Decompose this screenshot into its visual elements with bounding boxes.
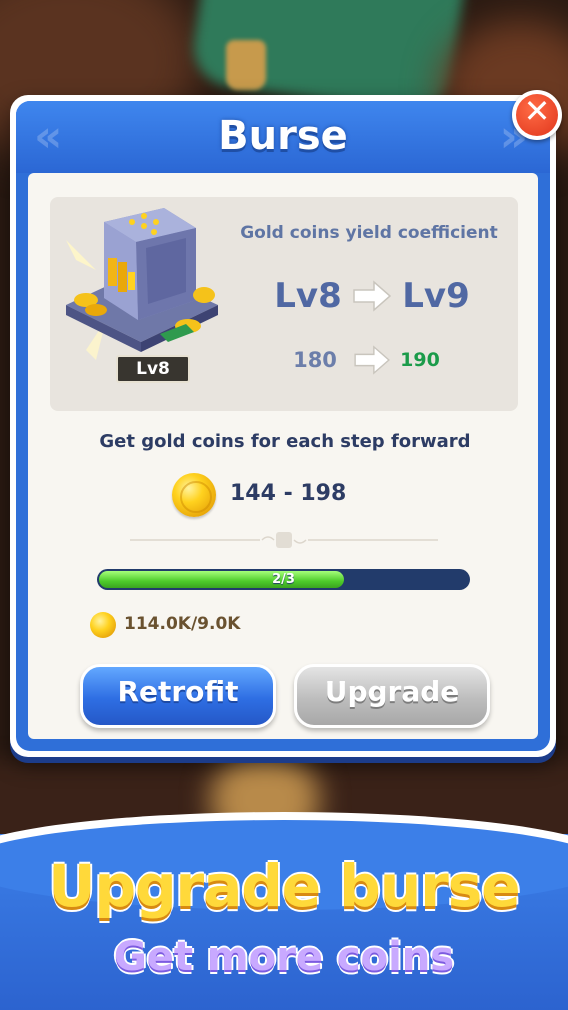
retrofit-button[interactable]: Retrofit bbox=[80, 664, 276, 728]
progress-text: 2/3 bbox=[272, 572, 295, 587]
current-level: Lv8 bbox=[274, 276, 342, 316]
dialog-header: « » Burse bbox=[16, 101, 550, 173]
coin-icon bbox=[90, 612, 116, 638]
next-level: Lv9 bbox=[402, 276, 470, 316]
arrow-right-icon bbox=[354, 345, 390, 375]
coefficient-label: Gold coins yield coefficient bbox=[240, 223, 498, 243]
coin-icon bbox=[172, 473, 216, 517]
burse-dialog: « » Burse bbox=[10, 95, 556, 757]
upgrade-progress-bar: 2/3 bbox=[97, 569, 470, 590]
upgrade-button[interactable]: Upgrade bbox=[294, 664, 490, 728]
reward-range: 144 - 198 bbox=[230, 481, 347, 506]
level-badge: Lv8 bbox=[116, 355, 190, 383]
reward-label: Get gold coins for each step forward bbox=[99, 431, 471, 452]
current-coefficient: 180 bbox=[293, 348, 337, 372]
banner-title: Upgrade burse bbox=[48, 852, 520, 920]
next-coefficient: 190 bbox=[400, 349, 440, 371]
banner-subtitle: Get more coins bbox=[113, 934, 455, 980]
coin-balance: 114.0K/9.0K bbox=[124, 614, 241, 634]
safe-icon bbox=[66, 208, 218, 360]
close-button[interactable]: ✕ bbox=[512, 90, 562, 140]
divider bbox=[130, 532, 438, 548]
dialog-title: Burse bbox=[218, 113, 348, 159]
arrow-right-icon bbox=[353, 280, 392, 312]
trophy-icon bbox=[226, 40, 266, 90]
